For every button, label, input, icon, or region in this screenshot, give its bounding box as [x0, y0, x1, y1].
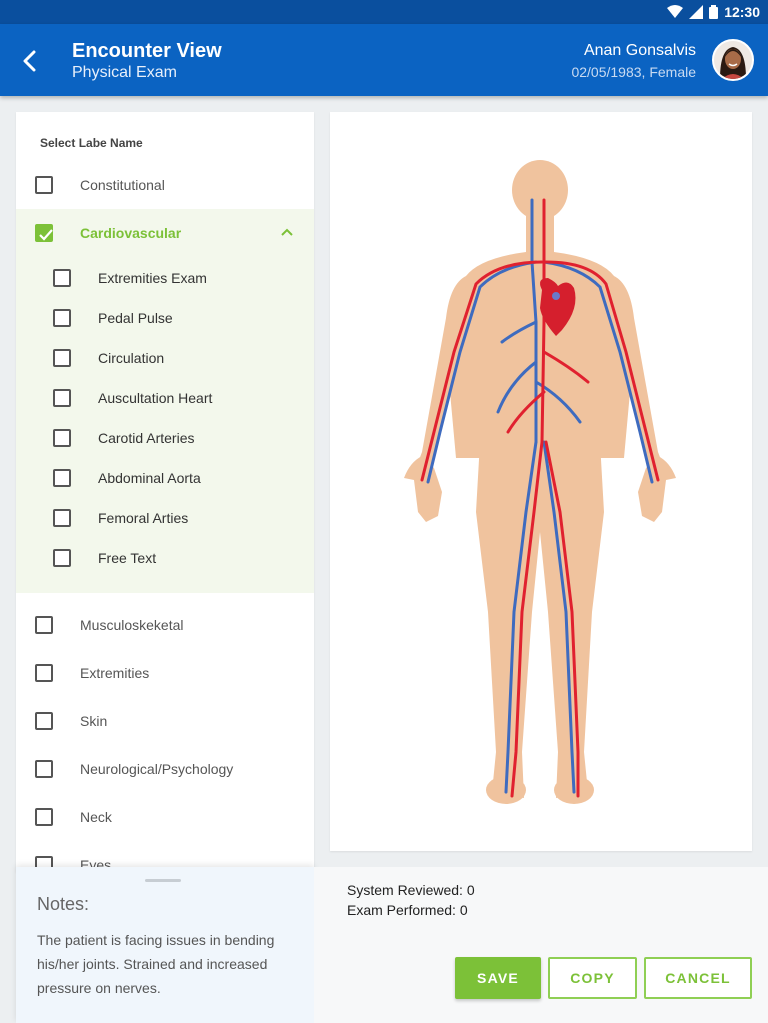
abdominal-aorta-checkbox[interactable]: [53, 469, 71, 487]
category-extremities[interactable]: Extremities: [16, 651, 314, 695]
pedal-pulse-checkbox[interactable]: [53, 309, 71, 327]
category-label: Musculoskeketal: [80, 617, 184, 633]
femoral-arties-checkbox[interactable]: [53, 509, 71, 527]
notes-sheet[interactable]: Notes: The patient is facing issues in b…: [16, 867, 314, 1023]
system-reviewed-count: System Reviewed: 0: [347, 882, 475, 898]
status-time: 12:30: [724, 4, 760, 20]
back-button[interactable]: [14, 46, 44, 76]
category-musculoskeletal[interactable]: Musculoskeketal: [16, 603, 314, 647]
circulation-checkbox[interactable]: [53, 349, 71, 367]
anatomy-diagram-panel: [330, 112, 752, 851]
subitem-label: Abdominal Aorta: [98, 470, 201, 486]
check-icon: [39, 229, 53, 241]
subitem-abdominal-aorta[interactable]: Abdominal Aorta: [16, 460, 314, 496]
subitem-femoral-arties[interactable]: Femoral Arties: [16, 500, 314, 536]
subitem-auscultation-heart[interactable]: Auscultation Heart: [16, 380, 314, 416]
list-label: Select Labe Name: [40, 136, 143, 150]
skin-checkbox[interactable]: [35, 712, 53, 730]
copy-button[interactable]: COPY: [548, 957, 637, 999]
exam-performed-count: Exam Performed: 0: [347, 902, 468, 918]
extremities-exam-checkbox[interactable]: [53, 269, 71, 287]
auscultation-heart-checkbox[interactable]: [53, 389, 71, 407]
category-neck[interactable]: Neck: [16, 795, 314, 839]
circulatory-system-illustration[interactable]: [330, 112, 752, 851]
subitem-label: Free Text: [98, 550, 157, 566]
save-button[interactable]: SAVE: [455, 957, 541, 999]
musculoskeletal-checkbox[interactable]: [35, 616, 53, 634]
wifi-icon: [667, 5, 684, 18]
body-silhouette: [404, 160, 676, 804]
avatar-image: [714, 41, 752, 79]
subitem-label: Circulation: [98, 350, 165, 366]
drag-handle[interactable]: [145, 879, 181, 882]
subitem-extremities-exam[interactable]: Extremities Exam: [16, 260, 314, 296]
category-skin[interactable]: Skin: [16, 699, 314, 743]
category-label: Extremities: [80, 665, 150, 681]
free-text-checkbox[interactable]: [53, 549, 71, 567]
neck-checkbox[interactable]: [35, 808, 53, 826]
signal-icon: [689, 5, 704, 19]
notes-text[interactable]: The patient is facing issues in bending …: [37, 928, 299, 1000]
chevron-up-icon[interactable]: [280, 225, 294, 239]
category-label: Skin: [80, 713, 108, 729]
cardiovascular-checkbox[interactable]: [35, 224, 53, 242]
subitem-pedal-pulse[interactable]: Pedal Pulse: [16, 300, 314, 336]
category-label: Constitutional: [80, 177, 165, 193]
exam-category-panel: Select Labe Name Constitutional Cardiova…: [16, 112, 314, 872]
subitem-free-text[interactable]: Free Text: [16, 540, 314, 576]
subitem-label: Carotid Arteries: [98, 430, 195, 446]
summary-actions-area: System Reviewed: 0 Exam Performed: 0 SAV…: [314, 867, 768, 1023]
subitem-label: Extremities Exam: [98, 270, 207, 286]
status-bar: 12:30: [0, 0, 768, 24]
category-cardiovascular[interactable]: Cardiovascular: [16, 211, 314, 255]
exam-summary: System Reviewed: 0 Exam Performed: 0: [347, 880, 475, 920]
category-label: Neurological/Psychology: [80, 761, 234, 777]
constitutional-checkbox[interactable]: [35, 176, 53, 194]
patient-name: Anan Gonsalvis: [583, 42, 696, 59]
extremities-checkbox[interactable]: [35, 664, 53, 682]
subitem-label: Femoral Arties: [98, 510, 189, 526]
subitem-label: Pedal Pulse: [98, 310, 173, 326]
category-neurological-psychology[interactable]: Neurological/Psychology: [16, 747, 314, 791]
cancel-button[interactable]: CANCEL: [644, 957, 752, 999]
page-title: Encounter View: [72, 40, 222, 62]
battery-icon: [709, 5, 719, 19]
subitem-circulation[interactable]: Circulation: [16, 340, 314, 376]
subitem-label: Auscultation Heart: [98, 390, 213, 406]
app-bar: Encounter View Physical Exam Anan Gonsal…: [0, 24, 768, 96]
page-subtitle: Physical Exam: [72, 64, 177, 81]
category-label: Cardiovascular: [80, 225, 182, 241]
category-label: Neck: [80, 809, 112, 825]
back-arrow-icon: [23, 50, 36, 72]
patient-meta: 02/05/1983, Female: [571, 64, 696, 80]
carotid-arteries-checkbox[interactable]: [53, 429, 71, 447]
neurological-checkbox[interactable]: [35, 760, 53, 778]
notes-title: Notes:: [37, 894, 90, 914]
category-constitutional[interactable]: Constitutional: [16, 163, 314, 207]
subitem-carotid-arteries[interactable]: Carotid Arteries: [16, 420, 314, 456]
patient-avatar[interactable]: [712, 39, 754, 81]
